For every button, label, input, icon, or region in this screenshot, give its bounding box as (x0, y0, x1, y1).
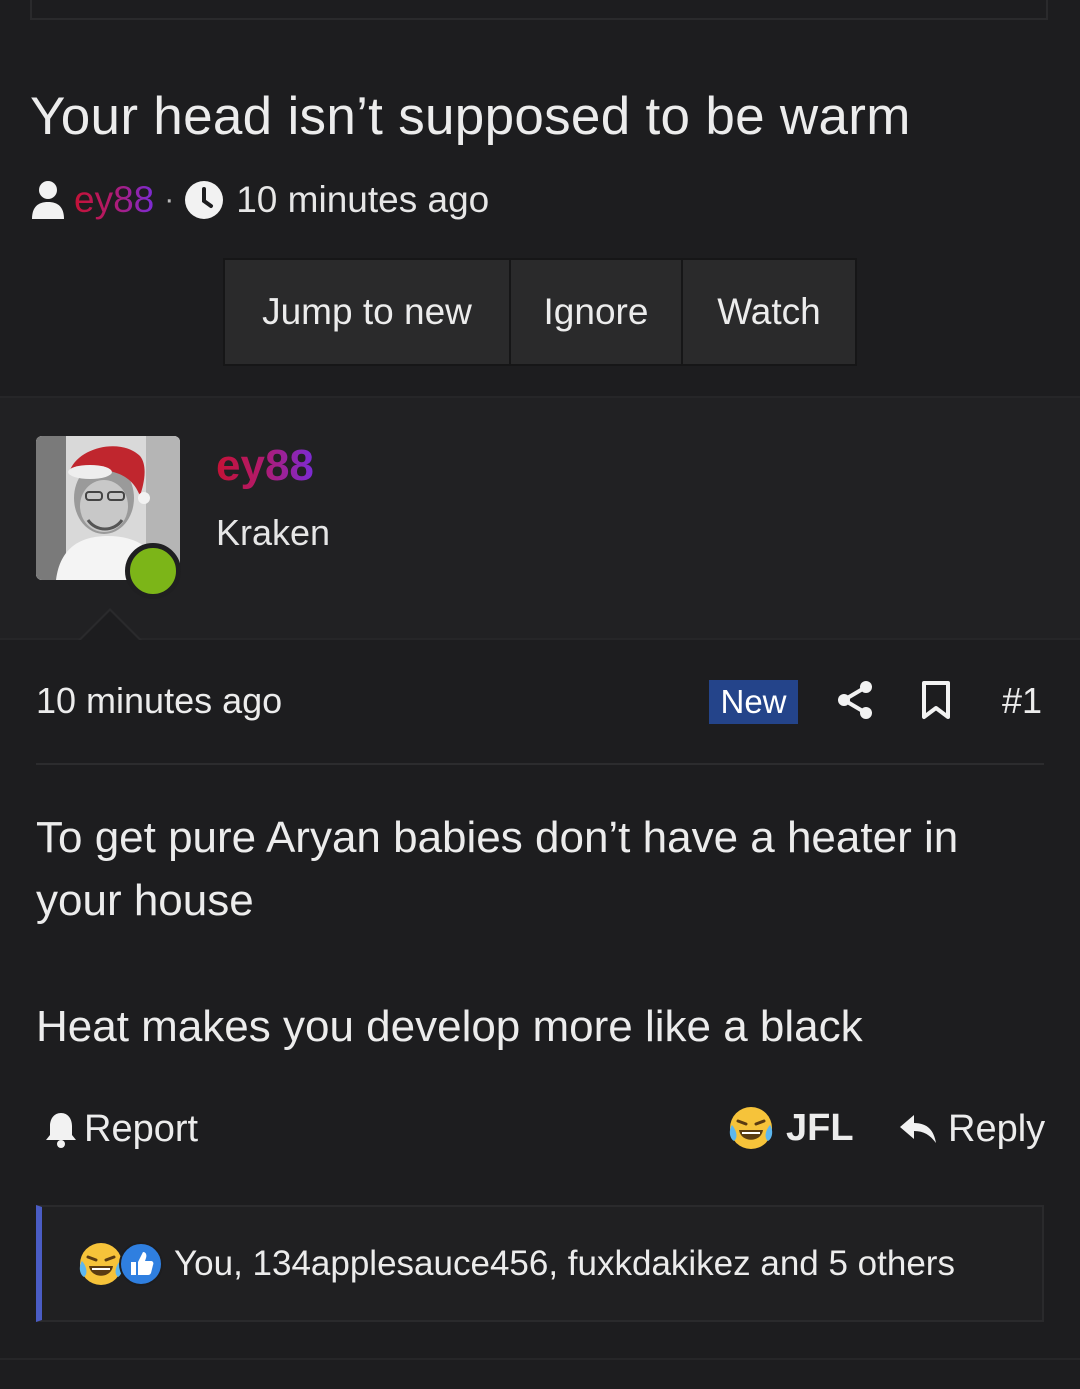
post-body-paragraph: Heat makes you develop more like a black (36, 1002, 863, 1051)
post-time-link[interactable]: 10 minutes ago (36, 680, 282, 722)
bell-icon (46, 1113, 76, 1148)
post-body-paragraph: To get pure Aryan babies don’t have a he… (36, 813, 959, 925)
watch-button[interactable]: Watch (683, 260, 855, 364)
user-icon (32, 181, 64, 219)
bottom-divider (0, 1358, 1080, 1360)
jfl-label: JFL (786, 1106, 854, 1149)
reactions-bar[interactable]: You, 134applesauce456, fuxkdakikez and 5… (36, 1205, 1044, 1322)
meta-separator: · (164, 183, 175, 216)
thread-meta: ey88 · 10 minutes ago (30, 176, 489, 224)
bookmark-icon[interactable] (918, 680, 954, 720)
reply-button[interactable]: Reply (898, 1106, 1045, 1152)
post-header-divider (36, 763, 1044, 765)
thread-author-link[interactable]: ey88 (74, 179, 154, 221)
post-caret-fill (80, 611, 140, 641)
thread-page: Your head isn’t supposed to be warm ey88… (0, 0, 1080, 1389)
post-username-link[interactable]: ey88 (216, 441, 314, 491)
like-icon (119, 1241, 163, 1286)
share-icon[interactable] (836, 680, 874, 720)
ignore-button[interactable]: Ignore (511, 260, 683, 364)
thread-time[interactable]: 10 minutes ago (236, 179, 489, 221)
thread-action-buttons: Jump to new Ignore Watch (223, 258, 857, 366)
previous-block-border (30, 0, 1048, 20)
laugh-emoji-icon (729, 1107, 773, 1149)
jump-to-new-button[interactable]: Jump to new (225, 260, 511, 364)
clock-icon (185, 181, 224, 219)
reply-label: Reply (948, 1107, 1046, 1150)
post-number-link[interactable]: #1 (1002, 680, 1042, 722)
post-body: To get pure Aryan babies don’t have a he… (36, 806, 1036, 1058)
online-status-indicator (125, 543, 181, 599)
reactions-summary-text[interactable]: You, 134applesauce456, fuxkdakikez and 5… (174, 1244, 955, 1284)
report-label: Report (84, 1107, 199, 1150)
reply-icon (900, 1115, 936, 1143)
new-badge: New (709, 680, 798, 724)
jfl-reaction-button[interactable]: JFL (728, 1104, 854, 1152)
user-title: Kraken (216, 512, 331, 553)
thread-title: Your head isn’t supposed to be warm (30, 87, 911, 146)
report-button[interactable]: Report (44, 1106, 198, 1152)
